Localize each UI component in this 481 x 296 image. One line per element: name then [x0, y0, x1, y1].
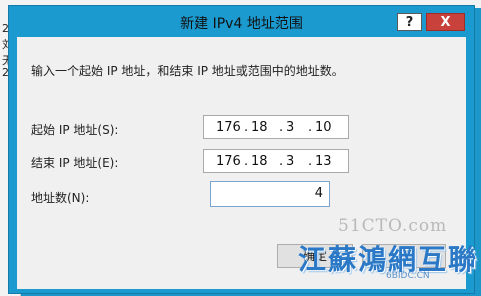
end-ip-octet-2[interactable]: 18	[251, 154, 268, 169]
ip-separator: .	[308, 120, 313, 135]
help-button[interactable]: ?	[397, 13, 422, 31]
start-ip-octet-2[interactable]: 18	[251, 120, 268, 135]
start-ip-octet-4[interactable]: 10	[315, 120, 332, 135]
ip-separator: .	[279, 154, 284, 169]
end-ip-label: 结束 IP 地址(E):	[31, 156, 119, 170]
end-ip-field[interactable]: 176 . 18 . 3 . 13	[203, 149, 349, 173]
address-count-input[interactable]: 4	[210, 181, 330, 207]
end-ip-octet-1[interactable]: 176	[216, 154, 241, 169]
address-count-label: 地址数(N):	[31, 191, 90, 205]
title-bar[interactable]: 新建 IPv4 地址范围 ? X	[9, 6, 474, 37]
start-ip-field[interactable]: 176 . 18 . 3 . 10	[203, 115, 349, 139]
end-ip-octet-3[interactable]: 3	[286, 154, 294, 169]
ip-separator: .	[308, 154, 313, 169]
watermark-domain: 6BIDC.CN	[386, 271, 430, 281]
ip-separator: .	[244, 154, 249, 169]
end-ip-octet-4[interactable]: 13	[315, 154, 332, 169]
start-ip-octet-3[interactable]: 3	[286, 120, 294, 135]
start-ip-label: 起始 IP 地址(S):	[31, 123, 119, 137]
ip-separator: .	[279, 120, 284, 135]
ip-separator: .	[244, 120, 249, 135]
instruction-text: 输入一个起始 IP 地址，和结束 IP 地址或范围中的地址数。	[31, 64, 344, 78]
watermark-51cto: 51CTO.com	[338, 216, 448, 236]
close-button[interactable]: X	[426, 13, 465, 31]
address-count-value: 4	[314, 186, 323, 201]
start-ip-octet-1[interactable]: 176	[216, 120, 241, 135]
